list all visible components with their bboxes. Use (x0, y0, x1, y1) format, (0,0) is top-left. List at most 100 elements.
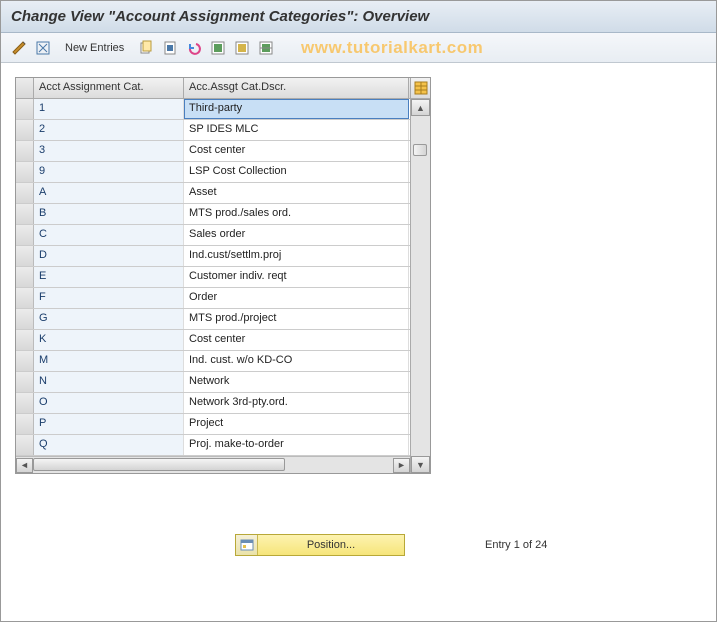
cell-category[interactable]: A (34, 183, 184, 203)
row-selector[interactable] (16, 288, 34, 308)
undo-icon[interactable] (184, 38, 204, 58)
toolbar: New Entries www.tutorialkart.com (1, 33, 716, 63)
cell-description[interactable]: Project (184, 414, 409, 434)
row-selector[interactable] (16, 225, 34, 245)
table: Acct Assignment Cat. Acc.Assgt Cat.Dscr.… (15, 77, 431, 474)
cell-description[interactable]: Proj. make-to-order (184, 435, 409, 455)
watermark: www.tutorialkart.com (301, 38, 483, 58)
row-selector[interactable] (16, 204, 34, 224)
table-row[interactable]: DInd.cust/settlm.proj (16, 246, 410, 267)
cell-category[interactable]: 1 (34, 99, 184, 119)
toggle-display-icon[interactable] (9, 38, 29, 58)
scroll-right-icon[interactable]: ► (393, 458, 410, 473)
cell-description[interactable]: LSP Cost Collection (184, 162, 409, 182)
row-selector[interactable] (16, 267, 34, 287)
table-row[interactable]: 2SP IDES MLC (16, 120, 410, 141)
deselect-all-icon[interactable] (232, 38, 252, 58)
table-row[interactable]: KCost center (16, 330, 410, 351)
cell-category[interactable]: G (34, 309, 184, 329)
table-row[interactable]: GMTS prod./project (16, 309, 410, 330)
delete-icon[interactable] (160, 38, 180, 58)
cell-category[interactable]: M (34, 351, 184, 371)
position-label: Position... (258, 539, 404, 551)
cell-description[interactable]: Cost center (184, 141, 409, 161)
footer: Position... Entry 1 of 24 (15, 534, 702, 556)
scroll-up-icon[interactable]: ▲ (411, 99, 430, 116)
h-scroll-thumb[interactable] (33, 458, 285, 471)
row-selector[interactable] (16, 120, 34, 140)
table-header-row: Acct Assignment Cat. Acc.Assgt Cat.Dscr. (16, 78, 410, 99)
row-selector[interactable] (16, 414, 34, 434)
row-selector[interactable] (16, 330, 34, 350)
position-button[interactable]: Position... (235, 534, 405, 556)
cell-category[interactable]: P (34, 414, 184, 434)
table-row[interactable]: ONetwork 3rd-pty.ord. (16, 393, 410, 414)
row-selector[interactable] (16, 393, 34, 413)
entry-count: Entry 1 of 24 (485, 539, 547, 551)
table-row[interactable]: BMTS prod./sales ord. (16, 204, 410, 225)
cell-description[interactable]: Asset (184, 183, 409, 203)
cell-description[interactable]: Sales order (184, 225, 409, 245)
h-scroll-track[interactable] (33, 458, 393, 473)
cell-description[interactable]: Ind.cust/settlm.proj (184, 246, 409, 266)
table-row[interactable]: 9LSP Cost Collection (16, 162, 410, 183)
cell-description[interactable]: Order (184, 288, 409, 308)
cell-description[interactable]: Third-party (184, 99, 409, 119)
horizontal-scrollbar[interactable]: ◄ ► (16, 456, 410, 473)
cell-category[interactable]: Q (34, 435, 184, 455)
row-selector[interactable] (16, 99, 34, 119)
cell-category[interactable]: E (34, 267, 184, 287)
table-body: 1Third-party2SP IDES MLC3Cost center9LSP… (16, 99, 410, 456)
select-all-icon[interactable] (208, 38, 228, 58)
table-row[interactable]: MInd. cust. w/o KD-CO (16, 351, 410, 372)
vertical-scrollbar: ▲ ▼ (410, 78, 430, 473)
cell-category[interactable]: D (34, 246, 184, 266)
cell-category[interactable]: K (34, 330, 184, 350)
cell-category[interactable]: B (34, 204, 184, 224)
row-selector[interactable] (16, 141, 34, 161)
table-row[interactable]: AAsset (16, 183, 410, 204)
cell-description[interactable]: Ind. cust. w/o KD-CO (184, 351, 409, 371)
table-settings-icon[interactable] (411, 78, 430, 99)
cell-description[interactable]: SP IDES MLC (184, 120, 409, 140)
scroll-left-icon[interactable]: ◄ (16, 458, 33, 473)
table-row[interactable]: CSales order (16, 225, 410, 246)
cell-description[interactable]: Cost center (184, 330, 409, 350)
cell-description[interactable]: Network 3rd-pty.ord. (184, 393, 409, 413)
row-selector[interactable] (16, 351, 34, 371)
row-selector[interactable] (16, 309, 34, 329)
cell-category[interactable]: 3 (34, 141, 184, 161)
row-selector[interactable] (16, 246, 34, 266)
col-header-description[interactable]: Acc.Assgt Cat.Dscr. (184, 78, 409, 98)
copy-icon[interactable] (136, 38, 156, 58)
cell-category[interactable]: 9 (34, 162, 184, 182)
table-row[interactable]: QProj. make-to-order (16, 435, 410, 456)
new-entries-button[interactable]: New Entries (57, 40, 132, 56)
table-row[interactable]: ECustomer indiv. reqt (16, 267, 410, 288)
table-row[interactable]: NNetwork (16, 372, 410, 393)
cell-description[interactable]: Network (184, 372, 409, 392)
row-selector[interactable] (16, 372, 34, 392)
scroll-down-icon[interactable]: ▼ (411, 456, 430, 473)
col-header-category[interactable]: Acct Assignment Cat. (34, 78, 184, 98)
row-selector[interactable] (16, 162, 34, 182)
expand-icon[interactable] (33, 38, 53, 58)
row-selector[interactable] (16, 183, 34, 203)
v-scroll-thumb[interactable] (413, 144, 427, 156)
row-selector-header[interactable] (16, 78, 34, 98)
cell-description[interactable]: MTS prod./project (184, 309, 409, 329)
row-selector[interactable] (16, 435, 34, 455)
table-row[interactable]: 3Cost center (16, 141, 410, 162)
cell-category[interactable]: C (34, 225, 184, 245)
cell-description[interactable]: MTS prod./sales ord. (184, 204, 409, 224)
table-row[interactable]: FOrder (16, 288, 410, 309)
cell-category[interactable]: O (34, 393, 184, 413)
v-scroll-track[interactable] (411, 116, 430, 456)
print-icon[interactable] (256, 38, 276, 58)
table-row[interactable]: 1Third-party (16, 99, 410, 120)
cell-description[interactable]: Customer indiv. reqt (184, 267, 409, 287)
cell-category[interactable]: N (34, 372, 184, 392)
cell-category[interactable]: 2 (34, 120, 184, 140)
table-row[interactable]: PProject (16, 414, 410, 435)
cell-category[interactable]: F (34, 288, 184, 308)
